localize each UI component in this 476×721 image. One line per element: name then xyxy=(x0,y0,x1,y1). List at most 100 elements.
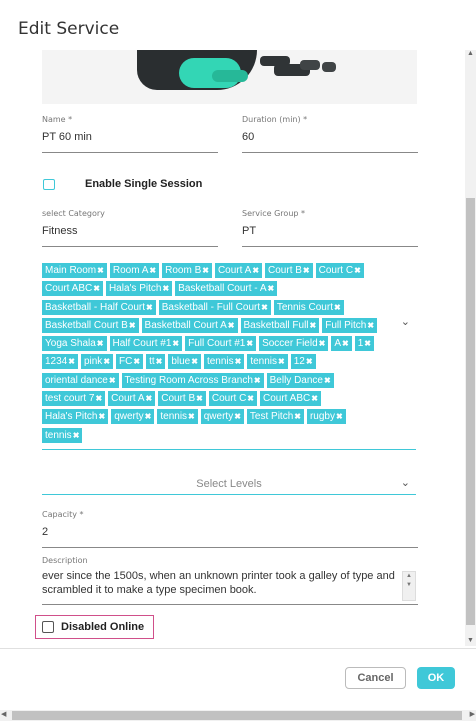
remove-tag-icon[interactable]: ✖ xyxy=(103,354,110,369)
category-label: select Category xyxy=(42,209,105,218)
remove-tag-icon[interactable]: ✖ xyxy=(235,354,242,369)
remove-tag-icon[interactable]: ✖ xyxy=(319,336,326,351)
remove-tag-icon[interactable]: ✖ xyxy=(145,409,152,424)
court-tag-label: oriental dance xyxy=(45,374,108,386)
remove-tag-icon[interactable]: ✖ xyxy=(278,354,285,369)
remove-tag-icon[interactable]: ✖ xyxy=(364,336,371,351)
court-tag: Basketball Full ✖ xyxy=(240,317,320,333)
chevron-down-icon[interactable]: ⌄ xyxy=(401,315,410,328)
remove-tag-icon[interactable]: ✖ xyxy=(303,263,310,278)
court-tag-label: tennis xyxy=(160,411,188,423)
scroll-up-icon[interactable]: ▲ xyxy=(467,50,474,57)
courts-multiselect[interactable]: Main Room ✖ Room A ✖ Room B ✖ Court A ✖ Court B ✖… xyxy=(42,263,416,450)
remove-tag-icon[interactable]: ✖ xyxy=(99,409,106,424)
remove-tag-icon[interactable]: ✖ xyxy=(334,300,341,315)
court-tag-label: Basketball Court - A xyxy=(178,283,267,295)
scroll-thumb[interactable] xyxy=(466,198,475,625)
remove-tag-icon[interactable]: ✖ xyxy=(97,336,104,351)
description-field: Description ever since the 1500s, when a… xyxy=(42,556,418,605)
court-tag-label: Basketball Court A xyxy=(144,319,227,331)
disabled-online-row[interactable]: Disabled Online xyxy=(35,615,154,639)
remove-tag-icon[interactable]: ✖ xyxy=(252,263,259,278)
scroll-thumb[interactable] xyxy=(12,711,462,720)
court-tag-label: Hala's Pitch xyxy=(45,411,98,423)
remove-tag-icon[interactable]: ✖ xyxy=(146,391,153,406)
court-tag-label: tennis xyxy=(206,356,234,368)
remove-tag-icon[interactable]: ✖ xyxy=(324,373,331,388)
remove-tag-icon[interactable]: ✖ xyxy=(73,428,80,443)
levels-select[interactable]: Select Levels ⌄ xyxy=(42,476,416,495)
remove-tag-icon[interactable]: ✖ xyxy=(254,373,261,388)
court-tag-label: 12 xyxy=(293,356,305,368)
vertical-scrollbar[interactable]: ▲ ▼ xyxy=(465,50,476,646)
disabled-online-label: Disabled Online xyxy=(61,621,145,633)
service-group-field: Service Group * PT xyxy=(242,209,418,247)
disabled-online-checkbox[interactable] xyxy=(42,621,54,633)
name-input[interactable]: PT 60 min xyxy=(42,131,218,153)
remove-tag-icon[interactable]: ✖ xyxy=(228,318,235,333)
remove-tag-icon[interactable]: ✖ xyxy=(310,318,317,333)
court-tag: A ✖ xyxy=(331,336,352,352)
remove-tag-icon[interactable]: ✖ xyxy=(202,263,209,278)
scroll-left-icon[interactable]: ◀ xyxy=(1,710,6,718)
court-tag: Basketball - Half Court ✖ xyxy=(42,299,156,315)
remove-tag-icon[interactable]: ✖ xyxy=(172,336,179,351)
scroll-down-icon[interactable]: ▼ xyxy=(467,637,474,644)
dialog-body[interactable]: Name * PT 60 min Duration (min) * 60 Ena… xyxy=(0,50,476,646)
single-session-checkbox[interactable] xyxy=(43,178,55,190)
ok-button[interactable]: OK xyxy=(417,667,455,689)
court-tag: Hala's Pitch ✖ xyxy=(105,281,173,297)
category-select[interactable]: Fitness xyxy=(42,225,218,247)
court-tag: tennis ✖ xyxy=(42,427,83,443)
remove-tag-icon[interactable]: ✖ xyxy=(95,391,102,406)
court-tag: Belly Dance ✖ xyxy=(266,372,334,388)
remove-tag-icon[interactable]: ✖ xyxy=(367,318,374,333)
court-tag-label: Hala's Pitch xyxy=(108,283,162,295)
court-tag-label: Court ABC xyxy=(45,283,93,295)
remove-tag-icon[interactable]: ✖ xyxy=(247,391,254,406)
court-tag-label: Full Pitch xyxy=(325,319,367,331)
court-tag: Court B ✖ xyxy=(158,391,206,407)
remove-tag-icon[interactable]: ✖ xyxy=(191,354,198,369)
remove-tag-icon[interactable]: ✖ xyxy=(162,281,169,296)
remove-tag-icon[interactable]: ✖ xyxy=(93,281,100,296)
description-textarea[interactable]: ever since the 1500s, when an unknown pr… xyxy=(42,569,418,605)
court-tag: Court A ✖ xyxy=(214,263,263,278)
remove-tag-icon[interactable]: ✖ xyxy=(234,409,241,424)
court-tag-label: Testing Room Across Branch xyxy=(124,374,253,386)
remove-tag-icon[interactable]: ✖ xyxy=(268,281,275,296)
remove-tag-icon[interactable]: ✖ xyxy=(68,354,75,369)
remove-tag-icon[interactable]: ✖ xyxy=(196,391,203,406)
court-tag: 12 ✖ xyxy=(290,354,316,370)
remove-tag-icon[interactable]: ✖ xyxy=(246,336,253,351)
remove-tag-icon[interactable]: ✖ xyxy=(133,354,140,369)
remove-tag-icon[interactable]: ✖ xyxy=(109,373,116,388)
remove-tag-icon[interactable]: ✖ xyxy=(311,391,318,406)
remove-tag-icon[interactable]: ✖ xyxy=(261,300,268,315)
remove-tag-icon[interactable]: ✖ xyxy=(336,409,343,424)
remove-tag-icon[interactable]: ✖ xyxy=(306,354,313,369)
court-tag-label: Court C xyxy=(318,265,354,276)
capacity-input[interactable]: 2 xyxy=(42,526,418,548)
remove-tag-icon[interactable]: ✖ xyxy=(188,409,195,424)
chevron-down-icon[interactable]: ⌄ xyxy=(401,476,410,489)
cancel-button[interactable]: Cancel xyxy=(345,667,406,689)
remove-tag-icon[interactable]: ✖ xyxy=(146,300,153,315)
court-tag-label: Tennis Court xyxy=(276,301,333,313)
scroll-right-icon[interactable]: ▶ xyxy=(470,710,475,718)
remove-tag-icon[interactable]: ✖ xyxy=(129,318,136,333)
remove-tag-icon[interactable]: ✖ xyxy=(149,263,156,278)
remove-tag-icon[interactable]: ✖ xyxy=(97,263,104,278)
court-tag: Basketball Court - A ✖ xyxy=(175,281,278,297)
textarea-scrollbar[interactable]: ▲ ▼ xyxy=(402,571,416,601)
horizontal-scrollbar[interactable]: ◀ ▶ xyxy=(0,710,476,721)
remove-tag-icon[interactable]: ✖ xyxy=(354,263,361,278)
remove-tag-icon[interactable]: ✖ xyxy=(342,336,349,351)
court-tag: Court C ✖ xyxy=(208,391,257,407)
court-tag-label: Soccer Field xyxy=(262,338,318,350)
service-group-input[interactable]: PT xyxy=(242,225,418,247)
single-session-row[interactable]: Enable Single Session xyxy=(43,178,202,190)
remove-tag-icon[interactable]: ✖ xyxy=(156,354,163,369)
duration-input[interactable]: 60 xyxy=(242,131,418,153)
remove-tag-icon[interactable]: ✖ xyxy=(294,409,301,424)
